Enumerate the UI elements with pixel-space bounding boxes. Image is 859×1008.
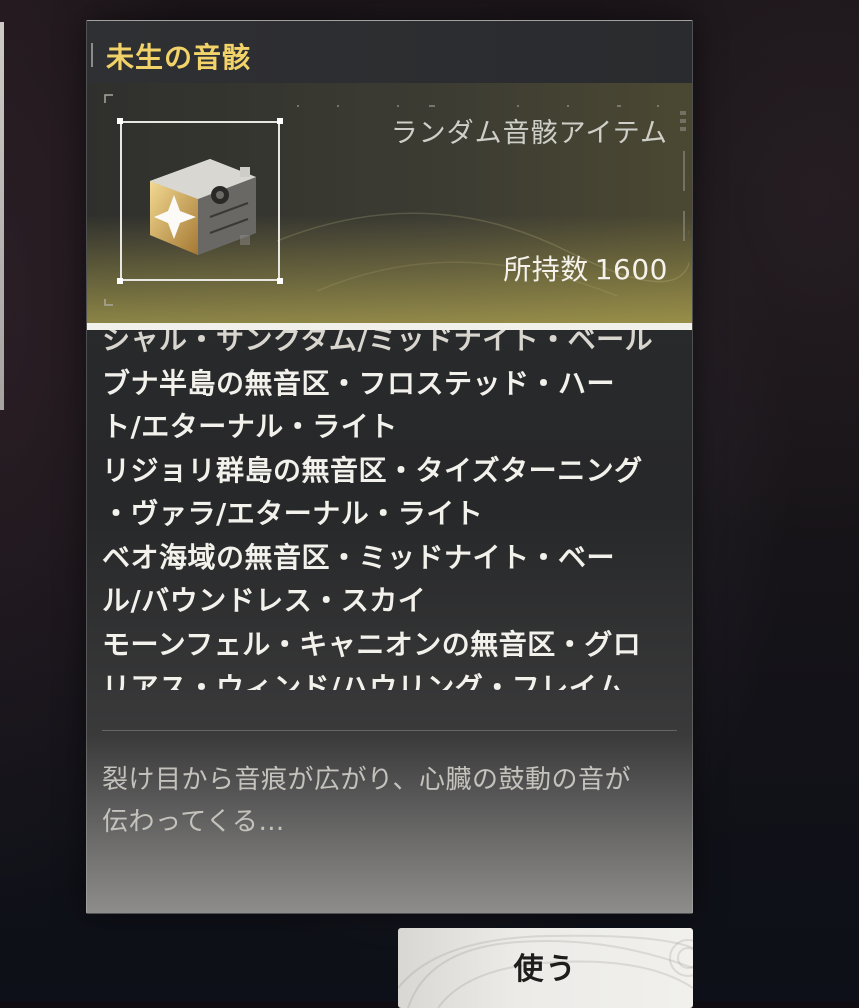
description-line: ル/バウンドレス・スカイ xyxy=(102,584,427,617)
description-line: ・ヴァラ/エターナル・ライト xyxy=(102,497,484,530)
item-title-bar: 未生の音骸 xyxy=(87,21,692,83)
description-line: ベオ海域の無音区・ミッドナイト・ベー xyxy=(102,540,616,574)
item-type-label: ランダム音骸アイテム xyxy=(390,118,668,149)
background-panel-edge xyxy=(0,22,4,410)
flavor-text: 裂け目から音痕が広がり、心臓の鼓動の音が 伝わってくる… xyxy=(102,759,682,843)
section-divider xyxy=(102,730,677,731)
description-line: モーンフェル・キャニオンの無音区・グロ xyxy=(102,627,642,661)
description-line: シャル・サンクタム/ミッドナイト・ベール xyxy=(102,330,654,356)
frame-corner xyxy=(117,278,123,284)
item-detail-card: 未生の音骸 ランダム音骸アイテム 所持数 1600 シャル・サンクタム/ミッドナ… xyxy=(86,20,693,914)
flavor-line: 伝わってくる… xyxy=(102,807,285,837)
description-line: リジョリ群島の無音区・タイズターニング xyxy=(102,453,643,487)
frame-corner xyxy=(277,278,283,284)
owned-count-label: 所持数 xyxy=(503,253,589,286)
description-list: シャル・サンクタム/ミッドナイト・ベール ブナ半島の無音区・フロステッド・ハー … xyxy=(102,330,677,690)
item-name: 未生の音骸 xyxy=(106,41,252,74)
description-scroll-area[interactable]: シャル・サンクタム/ミッドナイト・ベール ブナ半島の無音区・フロステッド・ハー … xyxy=(87,330,692,690)
description-line: ブナ半島の無音区・フロステッド・ハー xyxy=(102,366,616,400)
description-line: ト/エターナル・ライト xyxy=(102,410,398,443)
supply-box-icon xyxy=(150,159,256,255)
hero-divider-bar xyxy=(87,323,692,330)
description-line: リアス・ウィンド/ハウリング・フレイム xyxy=(102,671,626,690)
owned-count-value: 1600 xyxy=(594,253,668,286)
title-accent-mark xyxy=(91,43,93,67)
frame-corner xyxy=(117,118,123,124)
item-icon-frame xyxy=(117,118,283,284)
frame-corner xyxy=(277,118,283,124)
item-hero-panel: ランダム音骸アイテム 所持数 1600 xyxy=(87,83,692,323)
item-owned-count: 所持数 1600 xyxy=(503,248,668,288)
use-button[interactable]: 使う xyxy=(398,928,693,1008)
use-button-label: 使う xyxy=(513,952,578,987)
flavor-line: 裂け目から音痕が広がり、心臓の鼓動の音が xyxy=(102,765,631,795)
